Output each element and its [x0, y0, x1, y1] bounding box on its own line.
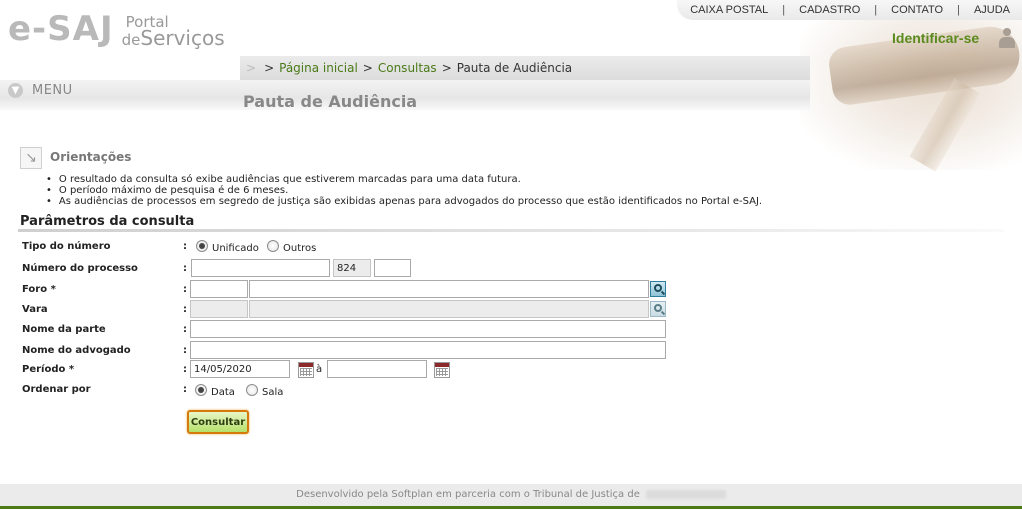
breadcrumb-current: Pauta de Audiência	[456, 61, 573, 75]
vara-name-input	[249, 300, 649, 318]
vara-code-input	[190, 300, 248, 318]
menu-label: MENU	[32, 82, 73, 98]
list-item: O resultado da consulta só exibe audiênc…	[46, 174, 762, 185]
page-footer: Desenvolvido pela Softplan em parceria c…	[0, 484, 1022, 506]
row-vara: Vara :	[0, 300, 1022, 322]
numero-processo-input[interactable]	[191, 259, 330, 277]
radio-data[interactable]	[195, 384, 207, 396]
identificar-se-link[interactable]: Identificar-se	[892, 30, 979, 46]
calendar-icon[interactable]	[298, 362, 314, 378]
logo-de: de	[121, 31, 141, 49]
radio-unificado-label: Unificado	[212, 243, 259, 254]
row-periodo: Período * : à	[0, 360, 1022, 383]
label-nome-advogado: Nome do advogado	[22, 345, 131, 356]
colon: :	[183, 284, 187, 295]
nome-parte-input[interactable]	[190, 320, 666, 338]
divider: |	[957, 4, 960, 16]
breadcrumb: > > Página inicial > Consultas > Pauta d…	[240, 56, 810, 80]
colon: :	[183, 304, 187, 315]
footer-redacted	[645, 489, 726, 499]
row-foro: Foro * :	[0, 280, 1022, 302]
orientacoes-title: Orientações	[50, 150, 132, 164]
label-vara: Vara	[22, 304, 48, 315]
radio-sala-label: Sala	[262, 387, 284, 398]
label-ordenar: Ordenar por	[22, 384, 91, 395]
user-icon[interactable]	[998, 28, 1016, 48]
colon: :	[183, 364, 187, 375]
colon: :	[183, 324, 187, 335]
orientacoes-list: O resultado da consulta só exibe audiênc…	[46, 174, 762, 207]
colon: :	[183, 384, 187, 395]
link-caixa-postal[interactable]: CAIXA POSTAL	[690, 4, 768, 16]
breadcrumb-home-link[interactable]: Página inicial	[279, 61, 358, 75]
periodo-end-input[interactable]	[327, 360, 427, 378]
divider: |	[782, 4, 786, 16]
periodo-start-input[interactable]	[190, 360, 290, 378]
foro-code-input[interactable]	[190, 280, 248, 298]
foro-search-icon[interactable]	[650, 281, 666, 297]
menu-button[interactable]: ▼ MENU	[8, 81, 73, 99]
breadcrumb-separator: >	[362, 61, 373, 75]
label-periodo: Período *	[22, 364, 75, 375]
consultar-button[interactable]: Consultar	[187, 410, 249, 434]
colon: :	[183, 263, 187, 274]
logo-portal-text: Portal deServiços	[122, 14, 225, 48]
radio-data-label: Data	[211, 387, 235, 398]
logo-servicos: Serviços	[140, 26, 225, 50]
breadcrumb-consultas-link[interactable]: Consultas	[378, 61, 437, 75]
radio-outros-label: Outros	[283, 243, 317, 254]
label-numero-processo: Número do processo	[22, 263, 138, 274]
nome-advogado-input[interactable]	[190, 341, 666, 359]
label-foro: Foro *	[22, 284, 56, 295]
list-item: As audiências de processos em segredo de…	[46, 196, 762, 207]
chevron-down-icon: ▼	[8, 82, 23, 98]
periodo-separator: à	[316, 364, 323, 375]
logo-esaj-text: e-SAJ	[8, 9, 114, 49]
label-tipo-numero: Tipo do número	[22, 241, 111, 252]
breadcrumb-arrow-icon: >	[246, 61, 257, 75]
radio-outros[interactable]	[267, 240, 279, 252]
foro-name-input[interactable]	[249, 280, 649, 298]
page-title: Pauta de Audiência	[243, 92, 418, 111]
breadcrumb-separator: >	[441, 61, 452, 75]
top-links-bar: CAIXA POSTAL | CADASTRO | CONTATO | AJUD…	[677, 0, 1022, 20]
list-item: O período máximo de pesquisa é de 6 mese…	[46, 185, 762, 196]
label-nome-parte: Nome da parte	[22, 324, 106, 335]
numero-processo-fixed	[333, 259, 371, 277]
row-nome-parte: Nome da parte :	[0, 320, 1022, 342]
params-title: Parâmetros da consulta	[20, 214, 195, 229]
radio-sala[interactable]	[246, 384, 258, 396]
footer-text: Desenvolvido pela Softplan em parceria c…	[296, 489, 640, 500]
breadcrumb-separator: >	[264, 61, 275, 75]
row-numero-processo: Número do processo :	[0, 259, 1022, 281]
esaj-logo[interactable]: e-SAJ Portal deServiços	[8, 10, 225, 54]
link-contato[interactable]: CONTATO	[891, 4, 943, 16]
arrow-down-right-icon: ↘	[20, 147, 42, 169]
logo-servicos-line: deServiços	[121, 28, 225, 49]
divider	[18, 229, 1004, 232]
colon: :	[183, 241, 187, 252]
radio-unificado[interactable]	[196, 240, 208, 252]
vara-search-icon	[650, 301, 666, 317]
row-nome-advogado: Nome do advogado :	[0, 341, 1022, 363]
link-ajuda[interactable]: AJUDA	[974, 4, 1010, 16]
divider: |	[874, 4, 878, 16]
link-cadastro[interactable]: CADASTRO	[799, 4, 860, 16]
calendar-icon[interactable]	[434, 362, 450, 378]
colon: :	[183, 345, 187, 356]
row-ordenar: Ordenar por : Data Sala	[0, 383, 1022, 403]
row-tipo-numero: Tipo do número : Unificado Outros	[0, 240, 1022, 260]
numero-processo-foro-input[interactable]	[374, 259, 411, 277]
